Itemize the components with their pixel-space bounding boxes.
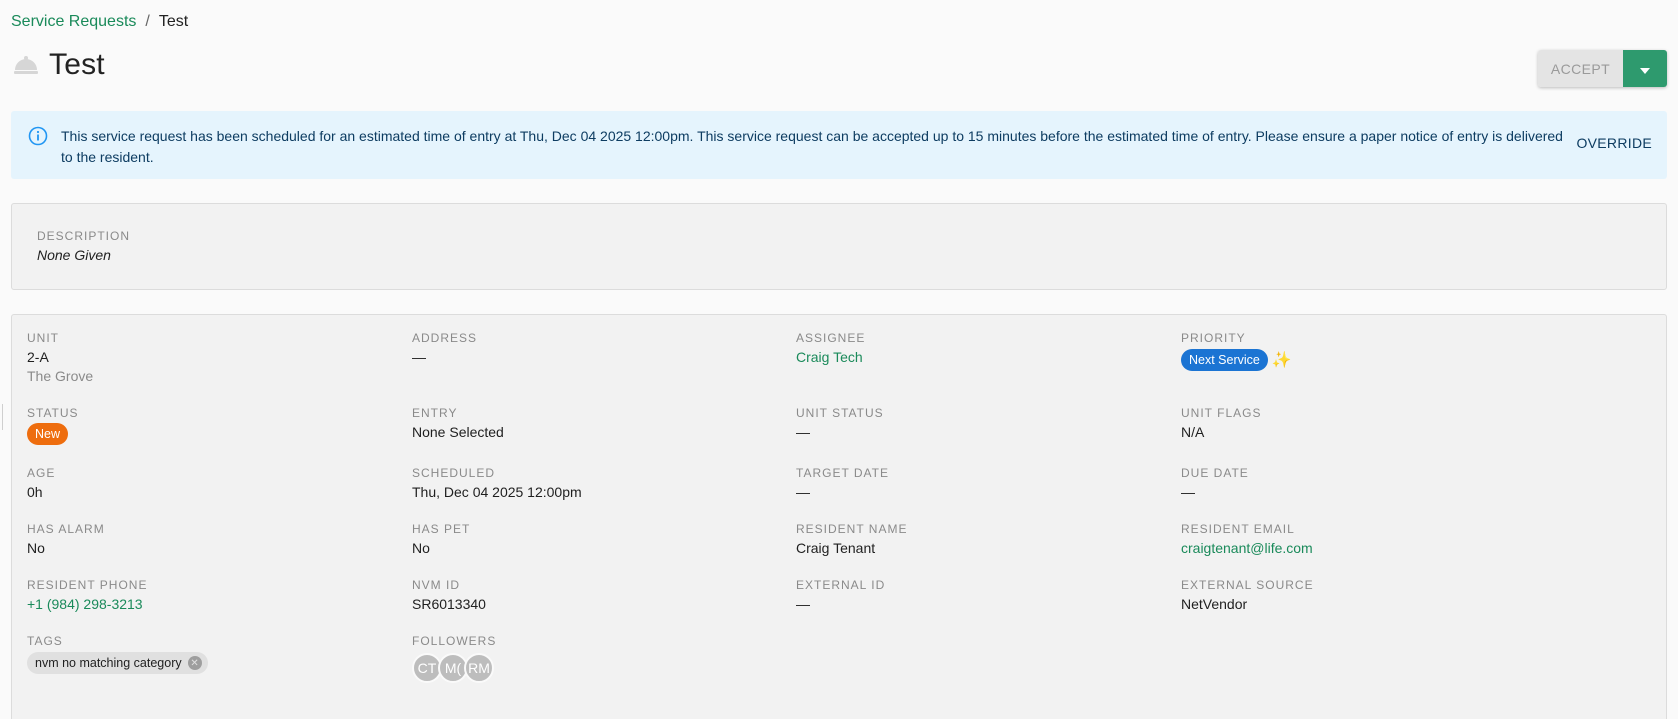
resident-phone-field: RESIDENT PHONE +1 (984) 298-3213 xyxy=(27,578,147,612)
unit-status-field: UNIT STATUS — xyxy=(796,406,884,440)
resident-name-field: RESIDENT NAME Craig Tenant xyxy=(796,522,907,556)
assignee-field: ASSIGNEE Craig Tech xyxy=(796,331,865,365)
unit-status-label: UNIT STATUS xyxy=(796,406,884,420)
address-label: ADDRESS xyxy=(412,331,478,345)
external-source-value: NetVendor xyxy=(1181,596,1248,612)
breadcrumb-separator: / xyxy=(145,13,150,30)
followers-label: FOLLOWERS xyxy=(412,634,497,648)
unit-flags-field: UNIT FLAGS N/A xyxy=(1181,406,1261,440)
description-card: DESCRIPTION None Given xyxy=(11,203,1667,290)
nvm-id-value: SR6013340 xyxy=(412,596,486,612)
tag-chip-label: nvm no matching category xyxy=(35,656,182,670)
entry-field: ENTRY None Selected xyxy=(412,406,504,440)
has-pet-value: No xyxy=(412,540,430,556)
age-value: 0h xyxy=(27,484,43,500)
side-handle[interactable] xyxy=(0,404,3,430)
has-alarm-value: No xyxy=(27,540,45,556)
unit-property: The Grove xyxy=(27,368,94,384)
external-id-value: — xyxy=(796,596,810,612)
unit-label: UNIT xyxy=(27,331,59,345)
resident-email-field: RESIDENT EMAIL craigtenant@life.com xyxy=(1181,522,1313,556)
entry-value: None Selected xyxy=(412,424,504,440)
title-row: Test xyxy=(12,48,105,82)
accept-dropdown-button[interactable] xyxy=(1623,50,1667,87)
age-field: AGE 0h xyxy=(27,466,55,500)
external-source-field: EXTERNAL SOURCE NetVendor xyxy=(1181,578,1314,612)
sparkle-icon: ✨ xyxy=(1271,352,1292,370)
due-date-value: — xyxy=(1181,484,1195,500)
priority-field: PRIORITY Next Service ✨ xyxy=(1181,331,1292,371)
priority-label: PRIORITY xyxy=(1181,331,1246,345)
target-date-value: — xyxy=(796,484,810,500)
target-date-label: TARGET DATE xyxy=(796,466,890,480)
assignee-link[interactable]: Craig Tech xyxy=(796,349,865,365)
nvm-id-label: NVM ID xyxy=(412,578,460,592)
override-button[interactable]: OVERRIDE xyxy=(1576,135,1652,151)
resident-phone-link[interactable]: +1 (984) 298-3213 xyxy=(27,596,147,612)
tags-label: TAGS xyxy=(27,634,63,648)
description-value: None Given xyxy=(37,247,111,263)
scheduled-label: SCHEDULED xyxy=(412,466,496,480)
scheduled-field: SCHEDULED Thu, Dec 04 2025 12:00pm xyxy=(412,466,582,500)
breadcrumb-service-requests-link[interactable]: Service Requests xyxy=(11,13,136,31)
target-date-field: TARGET DATE — xyxy=(796,466,889,500)
info-icon xyxy=(28,126,48,149)
entry-label: ENTRY xyxy=(412,406,458,420)
description-label: DESCRIPTION xyxy=(37,229,131,243)
accept-button[interactable]: ACCEPT xyxy=(1538,50,1623,87)
resident-phone-label: RESIDENT PHONE xyxy=(27,578,148,592)
breadcrumb-current: Test xyxy=(158,13,189,30)
remove-tag-icon[interactable]: ✕ xyxy=(187,656,202,670)
schedule-info-banner: This service request has been scheduled … xyxy=(11,111,1667,179)
address-value: — xyxy=(412,349,426,365)
external-id-label: EXTERNAL ID xyxy=(796,578,886,592)
external-id-field: EXTERNAL ID — xyxy=(796,578,885,612)
resident-name-label: RESIDENT NAME xyxy=(796,522,908,536)
resident-email-link[interactable]: craigtenant@life.com xyxy=(1181,540,1313,556)
has-pet-label: HAS PET xyxy=(412,522,471,536)
status-field: STATUS New xyxy=(27,406,79,445)
followers-avatars: CT M( RM xyxy=(412,653,496,683)
nvm-id-field: NVM ID SR6013340 xyxy=(412,578,486,612)
priority-badge: Next Service xyxy=(1181,349,1268,371)
unit-status-value: — xyxy=(796,424,810,440)
has-alarm-label: HAS ALARM xyxy=(27,522,105,536)
details-card: UNIT 2-A The Grove ADDRESS — ASSIGNEE Cr… xyxy=(11,314,1667,719)
unit-field: UNIT 2-A The Grove xyxy=(27,331,93,384)
status-badge: New xyxy=(27,423,69,445)
has-pet-field: HAS PET No xyxy=(412,522,470,556)
page-title: Test xyxy=(49,48,105,81)
tags-field: TAGS nvm no matching category ✕ xyxy=(27,634,208,674)
accept-button-group: ACCEPT xyxy=(1538,50,1667,87)
service-bell-icon xyxy=(12,53,40,77)
banner-message: This service request has been scheduled … xyxy=(61,128,1563,165)
tag-chip: nvm no matching category ✕ xyxy=(27,652,208,674)
age-label: AGE xyxy=(27,466,56,480)
unit-value: 2-A xyxy=(27,349,49,365)
resident-email-label: RESIDENT EMAIL xyxy=(1181,522,1295,536)
unit-flags-value: N/A xyxy=(1181,424,1205,440)
assignee-label: ASSIGNEE xyxy=(796,331,866,345)
has-alarm-field: HAS ALARM No xyxy=(27,522,105,556)
followers-field: FOLLOWERS CT M( RM xyxy=(412,634,496,683)
status-label: STATUS xyxy=(27,406,79,420)
address-field: ADDRESS — xyxy=(412,331,477,365)
scheduled-value: Thu, Dec 04 2025 12:00pm xyxy=(412,484,582,500)
due-date-label: DUE DATE xyxy=(1181,466,1249,480)
due-date-field: DUE DATE — xyxy=(1181,466,1249,500)
external-source-label: EXTERNAL SOURCE xyxy=(1181,578,1314,592)
avatar[interactable]: RM xyxy=(464,653,494,683)
caret-down-icon xyxy=(1640,61,1650,77)
unit-flags-label: UNIT FLAGS xyxy=(1181,406,1262,420)
resident-name-value: Craig Tenant xyxy=(796,540,876,556)
breadcrumb: Service Requests / Test xyxy=(11,13,188,31)
